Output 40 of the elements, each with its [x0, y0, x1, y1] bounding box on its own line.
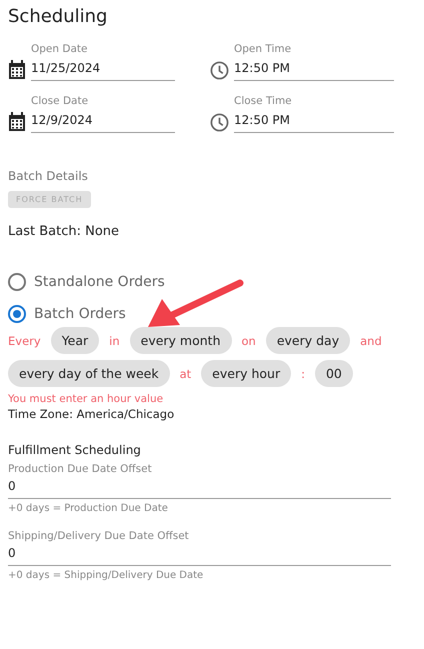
- field-label: Close Date: [31, 95, 90, 107]
- field-label: Open Date: [31, 43, 88, 55]
- schedule-word: in: [109, 334, 120, 348]
- section-heading: Fulfillment Scheduling: [8, 443, 142, 457]
- schedule-dropdown[interactable]: every hour: [201, 360, 292, 387]
- schedule-word: at: [180, 366, 192, 380]
- clock-icon[interactable]: [210, 60, 229, 80]
- radio-button[interactable]: [8, 273, 26, 291]
- input-field[interactable]: 12:50 PM: [234, 55, 394, 81]
- last-batch-text: Last Batch: None: [8, 224, 120, 239]
- field-label: Shipping/Delivery Due Date Offset: [8, 530, 190, 542]
- field-label: Close Time: [234, 95, 293, 107]
- radio-label[interactable]: Batch Orders: [34, 306, 126, 322]
- input-field[interactable]: 12/9/2024: [31, 107, 175, 133]
- input-field[interactable]: 0: [8, 475, 391, 499]
- clock-icon[interactable]: [210, 112, 229, 132]
- schedule-word: :: [301, 366, 305, 380]
- section-label: Batch Details: [8, 169, 89, 183]
- error-message: You must enter an hour value: [8, 393, 164, 405]
- schedule-dropdown[interactable]: every day of the week: [8, 360, 170, 387]
- input-field[interactable]: 12:50 PM: [234, 107, 394, 133]
- schedule-dropdown[interactable]: 00: [314, 360, 353, 387]
- time-zone-text: Time Zone: America/Chicago: [8, 407, 176, 421]
- radio-label[interactable]: Standalone Orders: [34, 274, 165, 290]
- schedule-dropdown[interactable]: Year: [50, 327, 100, 354]
- field-label: Production Due Date Offset: [8, 463, 153, 475]
- input-field[interactable]: 11/25/2024: [31, 55, 175, 81]
- schedule-dropdown[interactable]: every day: [266, 327, 350, 354]
- field-label: Open Time: [234, 43, 292, 55]
- schedule-dropdown[interactable]: every month: [130, 327, 232, 354]
- radio-button[interactable]: [8, 305, 26, 323]
- calendar-icon[interactable]: [8, 112, 26, 132]
- schedule-word: and: [360, 334, 382, 348]
- calendar-icon[interactable]: [8, 60, 26, 80]
- helper-text: +0 days = Production Due Date: [8, 503, 169, 514]
- schedule-word: Every: [8, 334, 41, 348]
- helper-text: +0 days = Shipping/Delivery Due Date: [8, 570, 204, 581]
- input-field[interactable]: 0: [8, 542, 391, 566]
- schedule-word: on: [242, 334, 256, 348]
- section-title: Scheduling: [8, 6, 108, 27]
